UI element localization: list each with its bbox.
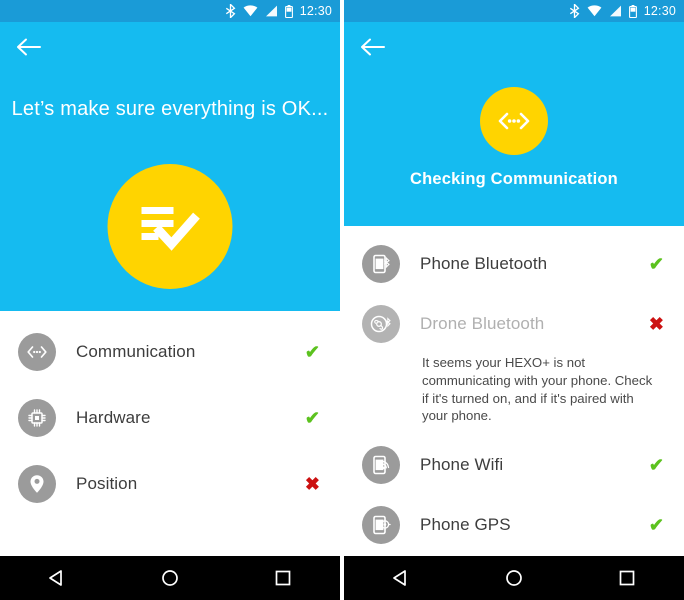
back-triangle-icon [392,569,410,587]
phone-gps-icon [362,506,400,545]
status-bar-clock: 12:30 [643,4,676,18]
android-nav-bar-right [344,554,684,600]
left-hero-title: Let’s make sure everything is OK... [11,98,329,120]
back-button[interactable] [12,30,46,64]
wifi-icon [587,5,602,17]
back-button[interactable] [356,30,390,64]
right-hero-title: Checking Communication [410,170,618,188]
wifi-icon [243,5,258,17]
status-badge: ✔ [648,455,664,476]
drone-bluetooth-icon [362,305,400,343]
right-hero-badge [480,87,548,155]
bluetooth-icon [569,4,580,18]
right-screen: 12:30 Checking Communication Phone Bluet… [344,0,684,600]
list-item-label: Communication [76,342,196,361]
cellular-signal-icon [609,5,622,17]
list-item-phone-bluetooth[interactable]: Phone Bluetooth ✔ [344,234,684,294]
list-item-position[interactable]: Position ✖ [0,451,340,517]
nav-home-button[interactable] [147,555,193,600]
communication-icon [496,110,532,132]
list-item-label: Position [76,474,138,493]
dual-screenshot-container: 12:30 Let’s make sure everything is OK..… [0,0,684,600]
list-item-phone-gps[interactable]: Phone GPS ✔ [344,495,684,554]
list-item-drone-bluetooth[interactable]: Drone Bluetooth ✖ [344,294,684,354]
status-badge: ✔ [648,515,664,536]
list-item-label: Hardware [76,408,151,427]
nav-recents-button[interactable] [604,555,650,600]
list-item-phone-wifi[interactable]: Phone Wifi ✔ [344,435,684,495]
phone-wifi-icon [362,446,400,485]
nav-home-button[interactable] [491,555,537,600]
chip-icon [18,399,56,437]
back-triangle-icon [48,569,66,587]
bluetooth-icon [225,4,236,18]
list-item-communication[interactable]: Communication ✔ [0,319,340,385]
nav-back-button[interactable] [378,555,424,600]
left-screen: 12:30 Let’s make sure everything is OK..… [0,0,340,600]
recents-square-icon [274,569,292,587]
battery-icon [284,4,293,18]
home-circle-icon [505,569,523,587]
left-hero-badge [107,164,233,289]
recents-square-icon [618,569,636,587]
left-check-list: Communication ✔ Hardware ✔ Position ✖ [0,311,340,554]
status-bar-right: 12:30 [344,0,684,22]
nav-back-button[interactable] [34,555,80,600]
android-nav-bar-left [0,554,340,600]
battery-icon [628,4,637,18]
status-badge: ✔ [304,342,320,362]
status-bar-left: 12:30 [0,0,340,22]
right-check-list: Phone Bluetooth ✔ Drone Bluetooth ✖ It s… [344,226,684,554]
right-hero: Checking Communication [344,22,684,226]
status-badge: ✖ [648,314,664,334]
checklist-check-icon [139,201,201,253]
list-item-label: Phone GPS [420,515,511,535]
status-badge: ✔ [304,408,320,428]
communication-icon [18,333,56,371]
list-item-hardware[interactable]: Hardware ✔ [0,385,340,451]
status-bar-clock: 12:30 [299,4,332,18]
list-item-label: Phone Wifi [420,455,504,475]
list-item-label: Drone Bluetooth [420,314,545,333]
arrow-left-icon [360,37,386,57]
left-hero: Let’s make sure everything is OK... [0,22,340,311]
list-item-label: Phone Bluetooth [420,254,548,273]
home-circle-icon [161,569,179,587]
drone-bluetooth-error-message: It seems your HEXO+ is not communicating… [422,355,653,424]
phone-bluetooth-icon [362,245,400,283]
nav-recents-button[interactable] [260,555,306,600]
status-badge: ✖ [304,474,320,494]
arrow-left-icon [16,37,42,57]
location-pin-icon [18,465,56,503]
status-badge: ✔ [648,254,664,274]
cellular-signal-icon [265,5,278,17]
